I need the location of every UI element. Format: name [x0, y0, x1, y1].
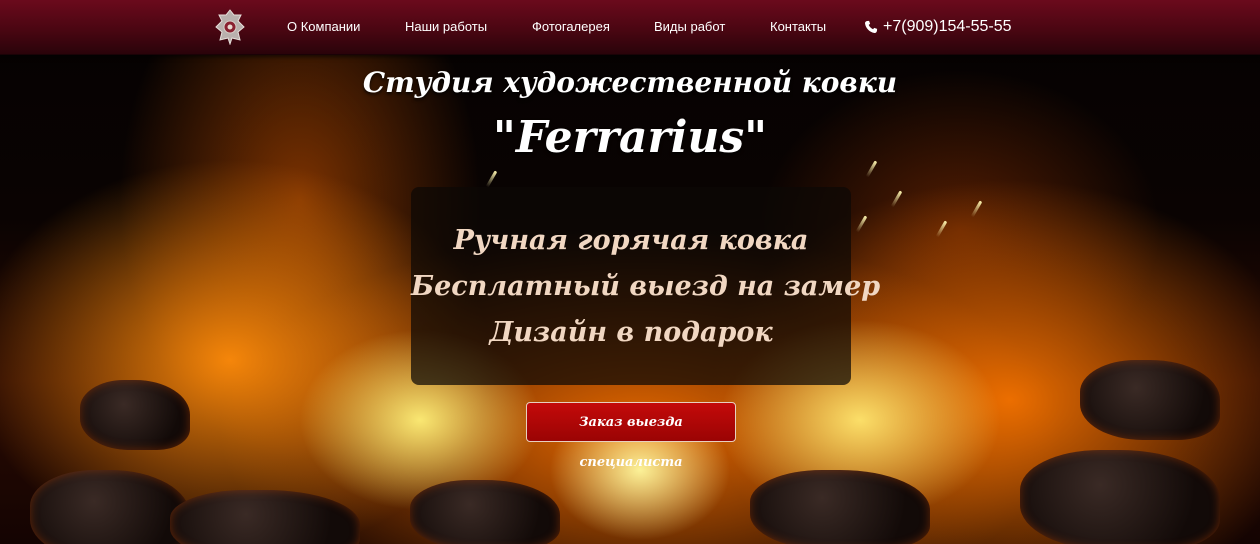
spark-decoration	[935, 220, 948, 238]
coal-decoration	[170, 490, 360, 544]
nav-item-works[interactable]: Наши работы	[405, 19, 487, 34]
emblem-icon[interactable]	[214, 9, 246, 45]
phone-icon	[865, 20, 878, 33]
feature-item: Бесплатный выезд на замер	[411, 271, 881, 302]
nav-item-services[interactable]: Виды работ	[654, 19, 725, 34]
feature-item: Ручная горячая ковка	[453, 225, 809, 256]
phone-number[interactable]: +7(909)154-55-55	[883, 18, 1012, 36]
feature-item: Дизайн в подарок	[489, 317, 773, 348]
phone-contact[interactable]: +7(909)154-55-55	[864, 18, 1012, 36]
nav-item-gallery[interactable]: Фотогалерея	[532, 19, 610, 34]
nav-item-about[interactable]: О Компании	[287, 19, 360, 34]
spark-decoration	[485, 170, 498, 188]
top-navbar: О Компании Наши работы Фотогалерея Виды …	[0, 0, 1260, 55]
coal-decoration	[410, 480, 560, 544]
coal-decoration	[1080, 360, 1220, 440]
coal-decoration	[80, 380, 190, 450]
spark-decoration	[855, 215, 868, 233]
coal-decoration	[1020, 450, 1220, 544]
spark-decoration	[970, 200, 983, 218]
hero-background: О Компании Наши работы Фотогалерея Виды …	[0, 0, 1260, 544]
nav-item-contacts[interactable]: Контакты	[770, 19, 826, 34]
spark-decoration	[865, 160, 878, 178]
spark-decoration	[890, 190, 903, 208]
order-visit-button[interactable]: Заказ выезда специалиста	[526, 402, 736, 470]
features-panel: Ручная горячая ковка Бесплатный выезд на…	[411, 187, 881, 385]
brand-name: "Ferrarius"	[492, 112, 768, 163]
coal-decoration	[750, 470, 930, 544]
page-title: Студия художественной ковки	[362, 66, 898, 99]
coal-decoration	[30, 470, 190, 544]
